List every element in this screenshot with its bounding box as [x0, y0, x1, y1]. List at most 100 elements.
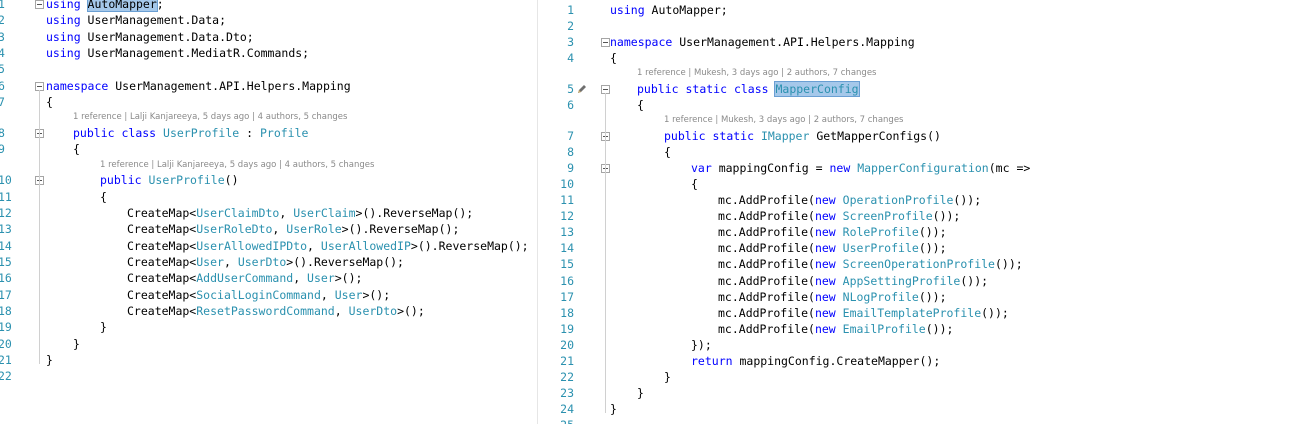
code-text[interactable]: namespace UserManagement.API.Helpers.Map…: [610, 34, 915, 50]
type-token[interactable]: User: [196, 255, 224, 269]
code-token[interactable]: ,: [307, 239, 321, 253]
type-token[interactable]: UserClaim: [293, 206, 355, 220]
code-text[interactable]: using UserManagement.Data.Dto;: [46, 29, 254, 45]
code-text[interactable]: using AutoMapper;: [610, 2, 728, 18]
code-token[interactable]: mc.AddProfile(: [718, 209, 815, 223]
keyword-token[interactable]: public: [100, 173, 148, 187]
code-line[interactable]: 11 {: [0, 189, 536, 205]
code-line[interactable]: 15 CreateMap<User, UserDto>().ReverseMap(…: [0, 254, 536, 270]
code-token[interactable]: ());: [953, 193, 981, 207]
code-line[interactable]: 24}: [540, 401, 1303, 417]
code-text[interactable]: public UserProfile(): [100, 172, 239, 188]
code-token[interactable]: mc.AddProfile(: [718, 274, 815, 288]
code-text[interactable]: mc.AddProfile(new EmailTemplateProfile()…: [718, 305, 1009, 321]
code-token[interactable]: CreateMap<: [127, 239, 196, 253]
code-token[interactable]: }: [664, 370, 671, 384]
code-token[interactable]: {: [73, 142, 80, 156]
code-line[interactable]: 16 CreateMap<AddUserCommand, User>();: [0, 270, 536, 286]
codelens-info[interactable]: 1 reference | Lalji Kanjareeya, 5 days a…: [73, 111, 347, 123]
code-token[interactable]: ,: [335, 304, 349, 318]
keyword-token[interactable]: new: [815, 257, 843, 271]
keyword-token[interactable]: new: [815, 290, 843, 304]
code-text[interactable]: }: [46, 352, 53, 368]
code-token[interactable]: ,: [279, 206, 293, 220]
code-text[interactable]: mc.AddProfile(new NLogProfile());: [718, 289, 947, 305]
code-text[interactable]: using AutoMapper;: [46, 0, 164, 12]
type-token[interactable]: User: [307, 271, 335, 285]
code-line[interactable]: 14 CreateMap<UserAllowedIPDto, UserAllowe…: [0, 238, 536, 254]
type-token[interactable]: UserRole: [286, 222, 341, 236]
code-token[interactable]: >().ReverseMap();: [356, 206, 474, 220]
code-line[interactable]: 18 mc.AddProfile(new EmailTemplateProfile…: [540, 305, 1303, 321]
code-line[interactable]: 3 using UserManagement.Data.Dto;: [0, 29, 536, 45]
code-token[interactable]: mc.AddProfile(: [718, 322, 815, 336]
code-token[interactable]: >();: [335, 271, 363, 285]
code-token[interactable]: {: [100, 190, 107, 204]
code-line[interactable]: 8{: [540, 144, 1303, 160]
keyword-token[interactable]: class: [121, 126, 163, 140]
code-line[interactable]: 21}: [0, 352, 536, 368]
code-token[interactable]: mappingConfig =: [719, 161, 830, 175]
code-line[interactable]: 4 using UserManagement.MediatR.Commands;: [0, 45, 536, 61]
code-line[interactable]: 4{: [540, 50, 1303, 66]
type-token[interactable]: UserDto: [349, 304, 397, 318]
code-token[interactable]: mc.AddProfile(: [718, 241, 815, 255]
type-token[interactable]: AddUserCommand: [196, 271, 293, 285]
code-line[interactable]: 16 mc.AddProfile(new AppSettingProfile())…: [540, 273, 1303, 289]
code-line[interactable]: 12 mc.AddProfile(new ScreenProfile());: [540, 208, 1303, 224]
code-token[interactable]: CreateMap<: [127, 206, 196, 220]
code-token[interactable]: >().ReverseMap();: [411, 239, 529, 253]
code-line[interactable]: 18 CreateMap<ResetPasswordCommand, UserDt…: [0, 303, 536, 319]
code-text[interactable]: public class UserProfile : Profile: [73, 125, 308, 141]
code-line[interactable]: 22: [0, 368, 536, 384]
code-token[interactable]: AutoMapper: [86, 0, 158, 12]
keyword-token[interactable]: using: [46, 30, 88, 44]
code-line[interactable]: 19}: [0, 319, 536, 335]
code-token[interactable]: AutoMapper;: [652, 3, 728, 17]
code-text[interactable]: mc.AddProfile(new ScreenOperationProfile…: [718, 256, 1023, 272]
keyword-token[interactable]: using: [610, 3, 652, 17]
code-line[interactable]: 2: [540, 18, 1303, 34]
keyword-token[interactable]: using: [46, 13, 88, 27]
code-text[interactable]: });: [691, 337, 712, 353]
code-token[interactable]: CreateMap<: [127, 222, 196, 236]
code-token[interactable]: {: [637, 98, 644, 112]
code-line[interactable]: 12 CreateMap<UserClaimDto, UserClaim>().R…: [0, 205, 536, 221]
code-token[interactable]: CreateMap<: [127, 288, 196, 302]
code-line[interactable]: 1 using AutoMapper;: [0, 0, 536, 12]
type-token[interactable]: UserProfile: [843, 241, 919, 255]
type-token[interactable]: OperationProfile: [843, 193, 954, 207]
code-token[interactable]: ());: [960, 274, 988, 288]
code-token[interactable]: ,: [224, 255, 238, 269]
code-line[interactable]: 9{: [0, 141, 536, 157]
code-text[interactable]: mc.AddProfile(new RoleProfile());: [718, 224, 947, 240]
code-text[interactable]: mc.AddProfile(new AppSettingProfile());: [718, 273, 988, 289]
keyword-token[interactable]: return: [691, 354, 739, 368]
code-token[interactable]: >();: [362, 288, 390, 302]
code-text[interactable]: mc.AddProfile(new ScreenProfile());: [718, 208, 960, 224]
code-text[interactable]: mc.AddProfile(new UserProfile());: [718, 240, 947, 256]
code-text[interactable]: {: [691, 176, 698, 192]
type-token[interactable]: AppSettingProfile: [843, 274, 961, 288]
type-token[interactable]: ScreenOperationProfile: [843, 257, 995, 271]
code-line[interactable]: 23}: [540, 385, 1303, 401]
code-text[interactable]: using UserManagement.Data;: [46, 12, 226, 28]
code-line[interactable]: 25: [540, 417, 1303, 424]
keyword-token[interactable]: var: [691, 161, 719, 175]
code-text[interactable]: public static IMapper GetMapperConfigs(): [664, 128, 941, 144]
code-text[interactable]: public static class MapperConfig: [637, 80, 860, 97]
code-token[interactable]: mc.AddProfile(: [718, 306, 815, 320]
keyword-token[interactable]: new: [815, 322, 843, 336]
keyword-token[interactable]: new: [815, 306, 843, 320]
type-token[interactable]: EmailTemplateProfile: [843, 306, 981, 320]
code-line[interactable]: 10 public UserProfile(): [0, 172, 536, 188]
code-text[interactable]: CreateMap<UserRoleDto, UserRole>().Rever…: [127, 221, 459, 237]
code-token[interactable]: ());: [919, 225, 947, 239]
keyword-token[interactable]: public: [664, 129, 712, 143]
code-token[interactable]: >();: [397, 304, 425, 318]
type-token[interactable]: UserProfile: [148, 173, 224, 187]
code-line[interactable]: 5 public static class MapperConfig: [540, 80, 1303, 97]
keyword-token[interactable]: using: [46, 0, 88, 11]
code-text[interactable]: CreateMap<User, UserDto>().ReverseMap();: [127, 254, 404, 270]
code-text[interactable]: }: [610, 401, 617, 417]
